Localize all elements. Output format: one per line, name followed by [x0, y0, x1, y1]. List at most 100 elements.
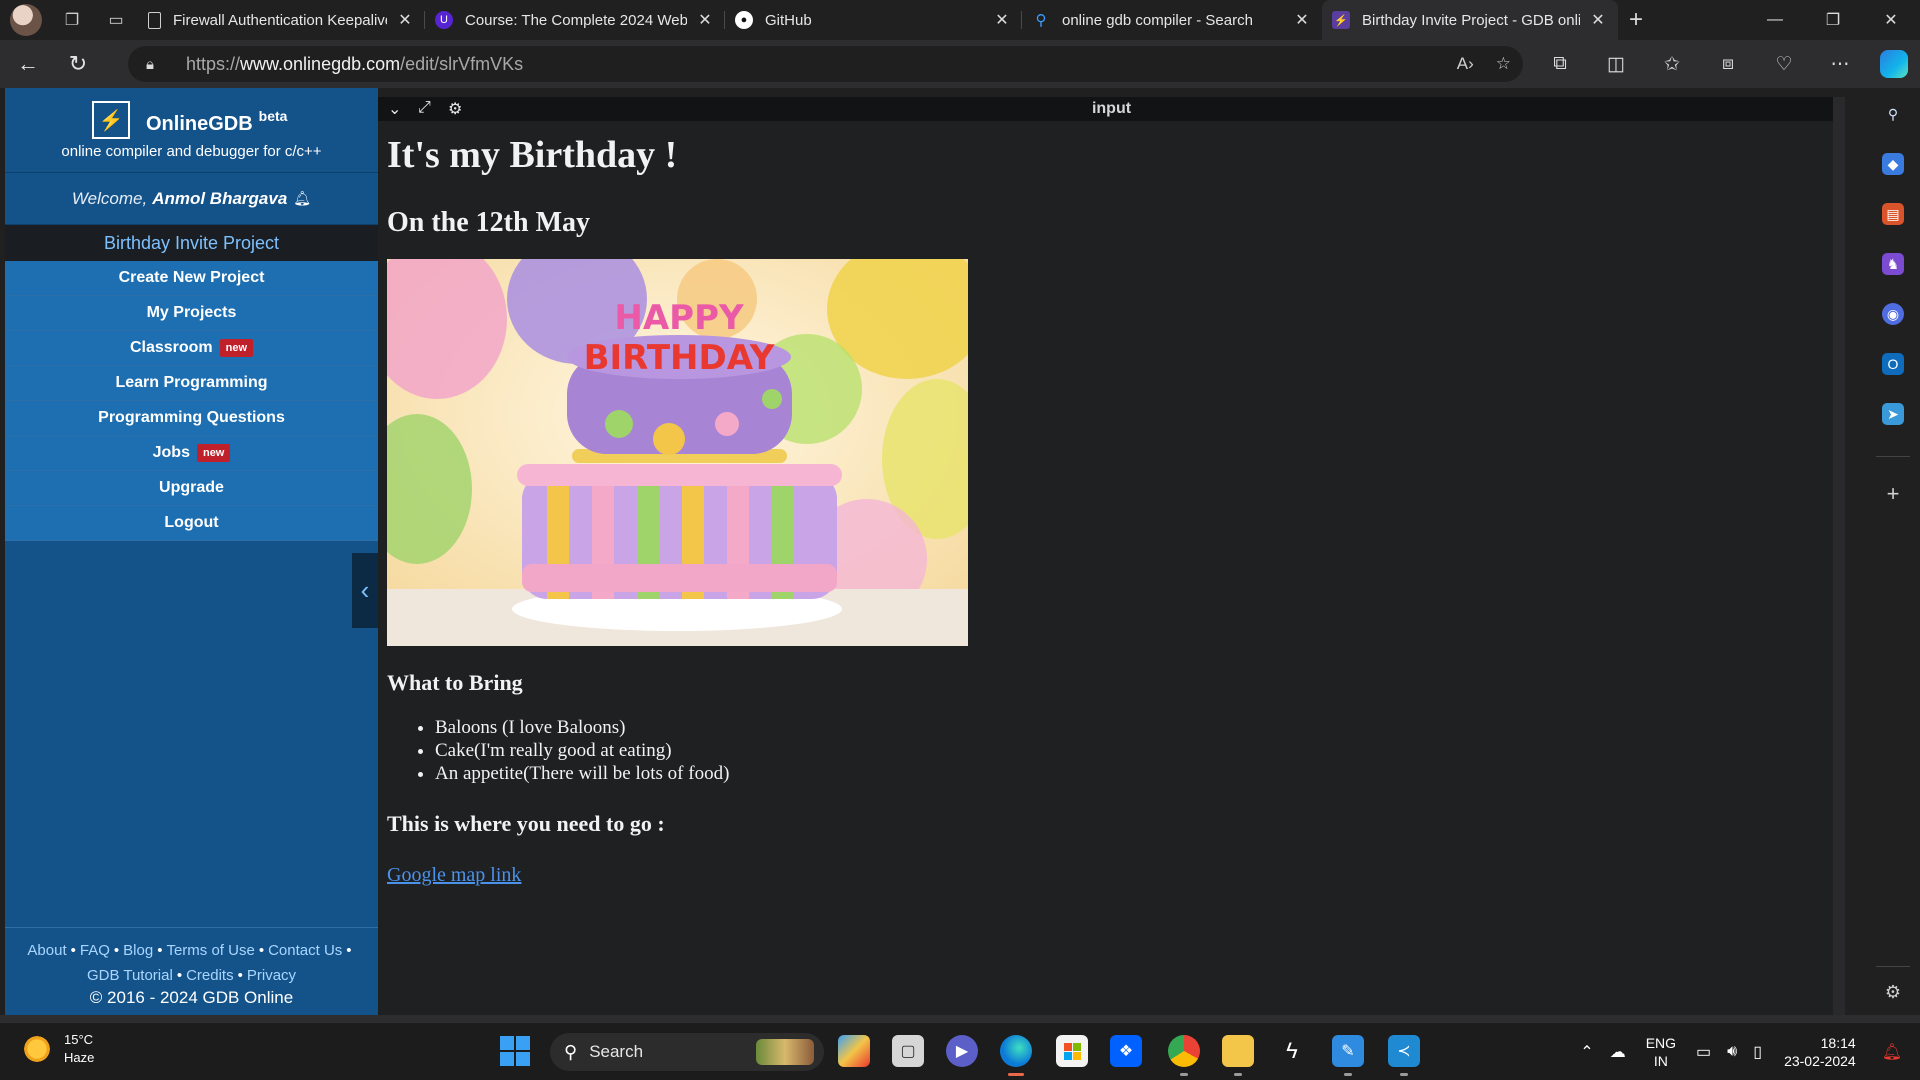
- footer-link-credits[interactable]: Credits: [186, 967, 234, 984]
- lock-icon[interactable]: 🔒︎: [146, 56, 166, 73]
- microsoft-store-icon[interactable]: [1056, 1035, 1088, 1067]
- edge-sidebar: ⚲ ◆ ▤ ♞ ◉ O ➤ + ⚙: [1866, 88, 1920, 1015]
- more-options-icon[interactable]: ⋯: [1812, 53, 1868, 76]
- date-heading: On the 12th May: [387, 207, 590, 238]
- chrome-icon[interactable]: [1168, 1035, 1200, 1067]
- collections-icon[interactable]: ⧈: [1700, 53, 1756, 75]
- close-tab-icon[interactable]: ✕: [395, 10, 415, 30]
- close-tab-icon[interactable]: ✕: [992, 10, 1012, 30]
- read-aloud-icon[interactable]: A›: [1457, 54, 1474, 74]
- close-tab-icon[interactable]: ✕: [1292, 10, 1312, 30]
- menu-my-projects[interactable]: My Projects: [5, 296, 378, 331]
- udemy-icon: U: [435, 11, 453, 29]
- favorite-star-icon[interactable]: ☆: [1496, 54, 1511, 74]
- chevron-up-icon[interactable]: ⌃: [1580, 1042, 1593, 1062]
- current-project-name[interactable]: Birthday Invite Project: [5, 225, 378, 261]
- tab-course[interactable]: U Course: The Complete 2024 Web ✕: [425, 0, 725, 40]
- close-tab-icon[interactable]: ✕: [1588, 10, 1608, 30]
- menu-learn-programming[interactable]: Learn Programming: [5, 366, 378, 401]
- back-arrow-icon[interactable]: ←: [6, 46, 50, 82]
- weather-widget[interactable]: 15°C Haze: [22, 1031, 94, 1067]
- close-tab-icon[interactable]: ✕: [695, 10, 715, 30]
- teams-icon[interactable]: ▶: [946, 1035, 978, 1067]
- dropbox-icon[interactable]: ❖: [1110, 1035, 1142, 1067]
- microsoft-365-icon[interactable]: ◉: [1882, 303, 1904, 325]
- tab-github[interactable]: ● GitHub ✕: [725, 0, 1022, 40]
- cake-text-happy: HAPPY: [614, 298, 744, 338]
- new-badge: new: [219, 339, 254, 357]
- taskbar-search[interactable]: ⚲ Search: [550, 1033, 824, 1071]
- close-window-icon[interactable]: ✕: [1862, 0, 1920, 40]
- split-screen-icon[interactable]: ◫: [1588, 53, 1644, 76]
- volume-icon[interactable]: 🔊︎: [1727, 1043, 1737, 1061]
- outlook-icon[interactable]: O: [1882, 353, 1904, 375]
- onedrive-icon[interactable]: ☁: [1610, 1042, 1626, 1062]
- file-explorer-window-icon[interactable]: ▢: [892, 1035, 924, 1067]
- address-bar[interactable]: 🔒︎ https://www.onlinegdb.com/edit/slrVfm…: [128, 46, 1523, 82]
- network-icon[interactable]: ▭: [1696, 1042, 1711, 1062]
- vertical-tabs-icon[interactable]: ▭: [102, 6, 130, 34]
- language-indicator[interactable]: ENG IN: [1646, 1034, 1676, 1070]
- google-map-link[interactable]: Google map link: [387, 864, 521, 887]
- workspaces-icon[interactable]: ❐: [58, 6, 86, 34]
- menu-logout[interactable]: Logout: [5, 506, 378, 541]
- battery-icon[interactable]: ▯: [1753, 1042, 1762, 1062]
- menu-programming-questions[interactable]: Programming Questions: [5, 401, 378, 436]
- bell-icon[interactable]: 🔔︎: [293, 190, 311, 207]
- user-name[interactable]: Anmol Bhargava: [152, 189, 287, 209]
- tools-icon[interactable]: ▤: [1882, 203, 1904, 225]
- extensions-icon[interactable]: ⧉: [1532, 53, 1588, 75]
- tab-search[interactable]: ⚲ online gdb compiler - Search ✕: [1022, 0, 1322, 40]
- copilot-icon[interactable]: [1880, 50, 1908, 78]
- url-text[interactable]: https://www.onlinegdb.com/edit/slrVfmVKs: [186, 54, 523, 75]
- menu-upgrade[interactable]: Upgrade: [5, 471, 378, 506]
- minimize-icon[interactable]: —: [1746, 0, 1804, 40]
- onlinegdb-logo-icon[interactable]: ⚡: [92, 101, 130, 139]
- shopping-tag-icon[interactable]: ◆: [1882, 153, 1904, 175]
- search-icon: ⚲: [564, 1041, 578, 1062]
- lightning-app-icon[interactable]: ϟ: [1276, 1035, 1308, 1067]
- copilot-app-icon[interactable]: [838, 1035, 870, 1067]
- edge-icon[interactable]: [1000, 1035, 1032, 1067]
- scrollbar[interactable]: [1833, 97, 1845, 1015]
- window-controls: — ❐ ✕: [1746, 0, 1920, 40]
- menu-create-new-project[interactable]: Create New Project: [5, 261, 378, 296]
- start-windows-icon[interactable]: [500, 1036, 530, 1066]
- restore-icon[interactable]: ❐: [1804, 0, 1862, 40]
- search-icon[interactable]: ⚲: [1882, 103, 1904, 125]
- footer-link-contact[interactable]: Contact Us: [268, 942, 342, 959]
- send-icon[interactable]: ➤: [1882, 403, 1904, 425]
- settings-gear-icon[interactable]: ⚙: [1882, 981, 1904, 1003]
- refresh-icon[interactable]: ↻: [56, 46, 100, 82]
- list-item: Cake(I'm really good at eating): [435, 739, 968, 762]
- app-indicator: [1234, 1073, 1242, 1076]
- vscode-icon[interactable]: ≺: [1388, 1035, 1420, 1067]
- footer-link-about[interactable]: About: [27, 942, 66, 959]
- collapse-sidebar-chevron-icon[interactable]: ‹: [352, 553, 378, 628]
- favorites-icon[interactable]: ✩: [1644, 53, 1700, 76]
- copyright: © 2016 - 2024 GDB Online: [89, 988, 294, 1007]
- browser-essentials-icon[interactable]: ♡: [1756, 53, 1812, 76]
- menu-classroom[interactable]: Classroom new: [5, 331, 378, 366]
- search-icon: ⚲: [1035, 12, 1047, 29]
- folder-icon[interactable]: [1222, 1035, 1254, 1067]
- page-heading: It's my Birthday !: [387, 134, 678, 176]
- games-icon[interactable]: ♞: [1882, 253, 1904, 275]
- footer-link-terms[interactable]: Terms of Use: [166, 942, 254, 959]
- footer-link-faq[interactable]: FAQ: [80, 942, 110, 959]
- menu-jobs[interactable]: Jobs new: [5, 436, 378, 471]
- notification-bell-icon[interactable]: 🔔︎: [1882, 1042, 1902, 1062]
- footer-link-gdb-tutorial[interactable]: GDB Tutorial: [87, 967, 173, 984]
- bring-list: Baloons (I love Baloons) Cake(I'm really…: [435, 716, 968, 785]
- tab-birthday-invite[interactable]: ⚡ Birthday Invite Project - GDB onli ✕: [1322, 0, 1618, 40]
- clock[interactable]: 18:14 23-02-2024: [1784, 1034, 1856, 1070]
- tab-firewall[interactable]: Firewall Authentication Keepalive ✕: [138, 0, 425, 40]
- new-tab-button[interactable]: +: [1618, 6, 1654, 34]
- profile-avatar[interactable]: [10, 4, 42, 36]
- add-icon[interactable]: +: [1882, 481, 1904, 506]
- search-label: Search: [589, 1042, 644, 1061]
- footer-link-privacy[interactable]: Privacy: [247, 967, 296, 984]
- brand-name[interactable]: OnlineGDB beta: [146, 108, 287, 136]
- footer-link-blog[interactable]: Blog: [123, 942, 153, 959]
- paint-icon[interactable]: ✎: [1332, 1035, 1364, 1067]
